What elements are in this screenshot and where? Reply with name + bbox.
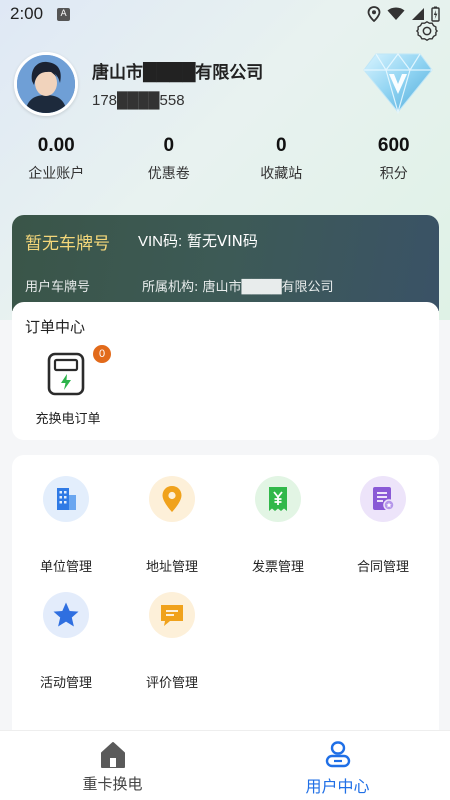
stat-label: 企业账户 [28, 166, 85, 182]
charging-order-item[interactable]: 0 充换电订单 [30, 344, 112, 430]
account-stats: 0.00 企业账户 0 优惠卷 0 收藏站 600 积分 [0, 135, 450, 185]
stat-value: 0.00 [37, 135, 75, 156]
stat-coupons[interactable]: 0 优惠卷 [113, 135, 226, 185]
settings-gear-icon[interactable] [416, 20, 438, 42]
wifi-icon [387, 7, 405, 20]
menu-label: 地址管理 [145, 560, 198, 575]
vin-value: 暂无VIN码 [186, 232, 258, 250]
menu-label: 发票管理 [251, 560, 304, 575]
order-center-title: 订单中心 [25, 318, 86, 336]
stat-value: 600 [377, 135, 410, 156]
vin-label: VIN码: [138, 233, 183, 250]
company-name: 唐山市████有限公司 [92, 63, 264, 83]
phone-number: 178████558 [92, 92, 185, 109]
org-label: 所属机构: [142, 280, 199, 295]
star-icon [43, 592, 89, 638]
stat-label: 积分 [379, 166, 408, 182]
user-center-icon [325, 741, 350, 768]
menu-label: 单位管理 [39, 560, 92, 575]
charging-pile-icon [47, 352, 85, 396]
menu-label: 活动管理 [39, 676, 92, 691]
profile-header: 唐山市████有限公司 178████558 [14, 52, 434, 122]
stat-value: 0 [275, 135, 287, 156]
tab-truck-battery-swap[interactable]: 重卡换电 [0, 731, 225, 800]
menu-contract-management[interactable]: 合同管理 [333, 476, 433, 575]
stat-enterprise-account[interactable]: 0.00 企业账户 [0, 135, 113, 185]
menu-unit-management[interactable]: 单位管理 [16, 476, 116, 575]
charging-order-label: 充换电订单 [35, 412, 101, 427]
notification-a-icon: A [57, 7, 71, 21]
tab-user-center[interactable]: 用户中心 [225, 731, 450, 800]
invoice-yen-icon [255, 476, 301, 522]
menu-label: 合同管理 [356, 560, 409, 575]
vehicle-info-card[interactable]: 暂无车牌号 VIN码: 暂无VIN码 用户车牌号 所属机构: 唐山市████有限… [12, 215, 439, 311]
building-icon [43, 476, 89, 522]
stat-label: 收藏站 [260, 166, 303, 182]
stat-favorite-stations[interactable]: 0 收藏站 [225, 135, 338, 185]
status-time: 2:00 [10, 4, 44, 23]
organization: 所属机构: 唐山市████有限公司 [142, 276, 334, 295]
avatar[interactable] [14, 52, 78, 116]
order-count-badge: 0 [92, 344, 112, 364]
location-status-icon [367, 6, 381, 22]
stat-points[interactable]: 600 积分 [338, 135, 450, 185]
plate-label: 用户车牌号 [25, 280, 91, 295]
stat-value: 0 [163, 135, 175, 156]
license-plate: 暂无车牌号 [25, 234, 110, 254]
tab-label: 重卡换电 [82, 775, 143, 793]
tab-label: 用户中心 [305, 777, 370, 796]
menu-label: 评价管理 [145, 676, 198, 691]
menu-invoice-management[interactable]: 发票管理 [228, 476, 328, 575]
vin-code: VIN码: 暂无VIN码 [138, 230, 258, 251]
status-bar: 2:00 A [0, 0, 450, 28]
avatar-portrait-icon [17, 55, 75, 113]
order-center-card: 订单中心 0 充换电订单 [12, 302, 439, 440]
menu-review-management[interactable]: 评价管理 [122, 592, 222, 691]
home-icon [100, 742, 125, 768]
management-menu: 单位管理 地址管理 发票管理 合同管理 活动管理 评价管理 [12, 455, 439, 745]
comment-icon [149, 592, 195, 638]
stat-label: 优惠卷 [147, 166, 190, 182]
menu-address-management[interactable]: 地址管理 [122, 476, 222, 575]
bottom-tab-bar: 重卡换电 用户中心 [0, 730, 450, 800]
contract-icon [360, 476, 406, 522]
signal-icon [412, 8, 424, 20]
org-value: 唐山市████有限公司 [202, 280, 334, 295]
diamond-vip-icon[interactable] [362, 50, 434, 114]
menu-activity-management[interactable]: 活动管理 [16, 592, 116, 691]
location-pin-icon [149, 476, 195, 522]
